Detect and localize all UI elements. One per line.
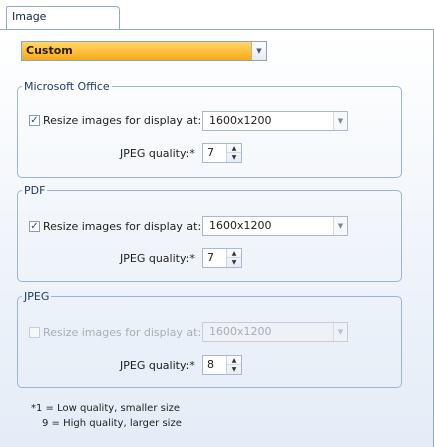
quality-value-jpeg: 8 [207, 358, 214, 371]
spinner-buttons: ▲ ▼ [226, 144, 241, 162]
chevron-down-icon: ▼ [333, 112, 347, 130]
resize-checkbox-jpeg[interactable] [29, 327, 40, 338]
tab-strip: Image Optimization [0, 0, 434, 43]
spin-up-icon[interactable]: ▲ [227, 249, 241, 258]
preset-dropdown[interactable]: Custom ▼ [21, 41, 267, 61]
resolution-value-office: 1600x1200 [209, 114, 272, 127]
group-title-microsoft-office: Microsoft Office [24, 80, 110, 93]
footnote-low-quality: *1 = Low quality, smaller size [31, 403, 181, 414]
resize-checkbox-pdf[interactable]: ✓ [29, 221, 40, 232]
preset-value: Custom [26, 44, 73, 57]
tab-image-optimization[interactable]: Image Optimization [6, 6, 120, 43]
spin-up-icon[interactable]: ▲ [227, 356, 241, 365]
resize-checkbox-office[interactable]: ✓ [29, 115, 40, 126]
quality-label-office: JPEG quality:* [120, 147, 195, 160]
quality-spinner-jpeg[interactable]: 8 ▲ ▼ [202, 355, 242, 375]
chevron-down-icon: ▼ [333, 323, 347, 341]
quality-label-jpeg: JPEG quality:* [120, 359, 195, 372]
quality-spinner-office[interactable]: 7 ▲ ▼ [202, 143, 242, 163]
spin-down-icon[interactable]: ▼ [227, 258, 241, 267]
spinner-buttons: ▲ ▼ [226, 249, 241, 267]
resize-label-pdf: Resize images for display at: [43, 220, 202, 233]
resolution-dropdown-jpeg[interactable]: 1600x1200 ▼ [202, 322, 348, 342]
resolution-value-jpeg: 1600x1200 [209, 325, 272, 338]
resolution-dropdown-pdf[interactable]: 1600x1200 ▼ [202, 216, 348, 236]
chevron-down-icon[interactable]: ▼ [251, 42, 266, 60]
footnote-high-quality: 9 = High quality, larger size [42, 418, 182, 429]
spin-down-icon[interactable]: ▼ [227, 153, 241, 162]
resize-label-office: Resize images for display at: [43, 114, 202, 127]
resolution-value-pdf: 1600x1200 [209, 219, 272, 232]
check-icon: ✓ [30, 221, 39, 232]
quality-value-pdf: 7 [207, 251, 214, 264]
spinner-buttons: ▲ ▼ [226, 356, 241, 374]
group-title-jpeg: JPEG [24, 290, 50, 303]
spin-down-icon[interactable]: ▼ [227, 365, 241, 374]
resolution-dropdown-office[interactable]: 1600x1200 ▼ [202, 111, 348, 131]
chevron-down-icon: ▼ [333, 217, 347, 235]
quality-spinner-pdf[interactable]: 7 ▲ ▼ [202, 248, 242, 268]
quality-label-pdf: JPEG quality:* [120, 252, 195, 265]
group-title-pdf: PDF [24, 184, 46, 197]
quality-value-office: 7 [207, 146, 214, 159]
spin-up-icon[interactable]: ▲ [227, 144, 241, 153]
resize-label-jpeg: Resize images for display at: [43, 326, 202, 339]
check-icon: ✓ [30, 115, 39, 126]
